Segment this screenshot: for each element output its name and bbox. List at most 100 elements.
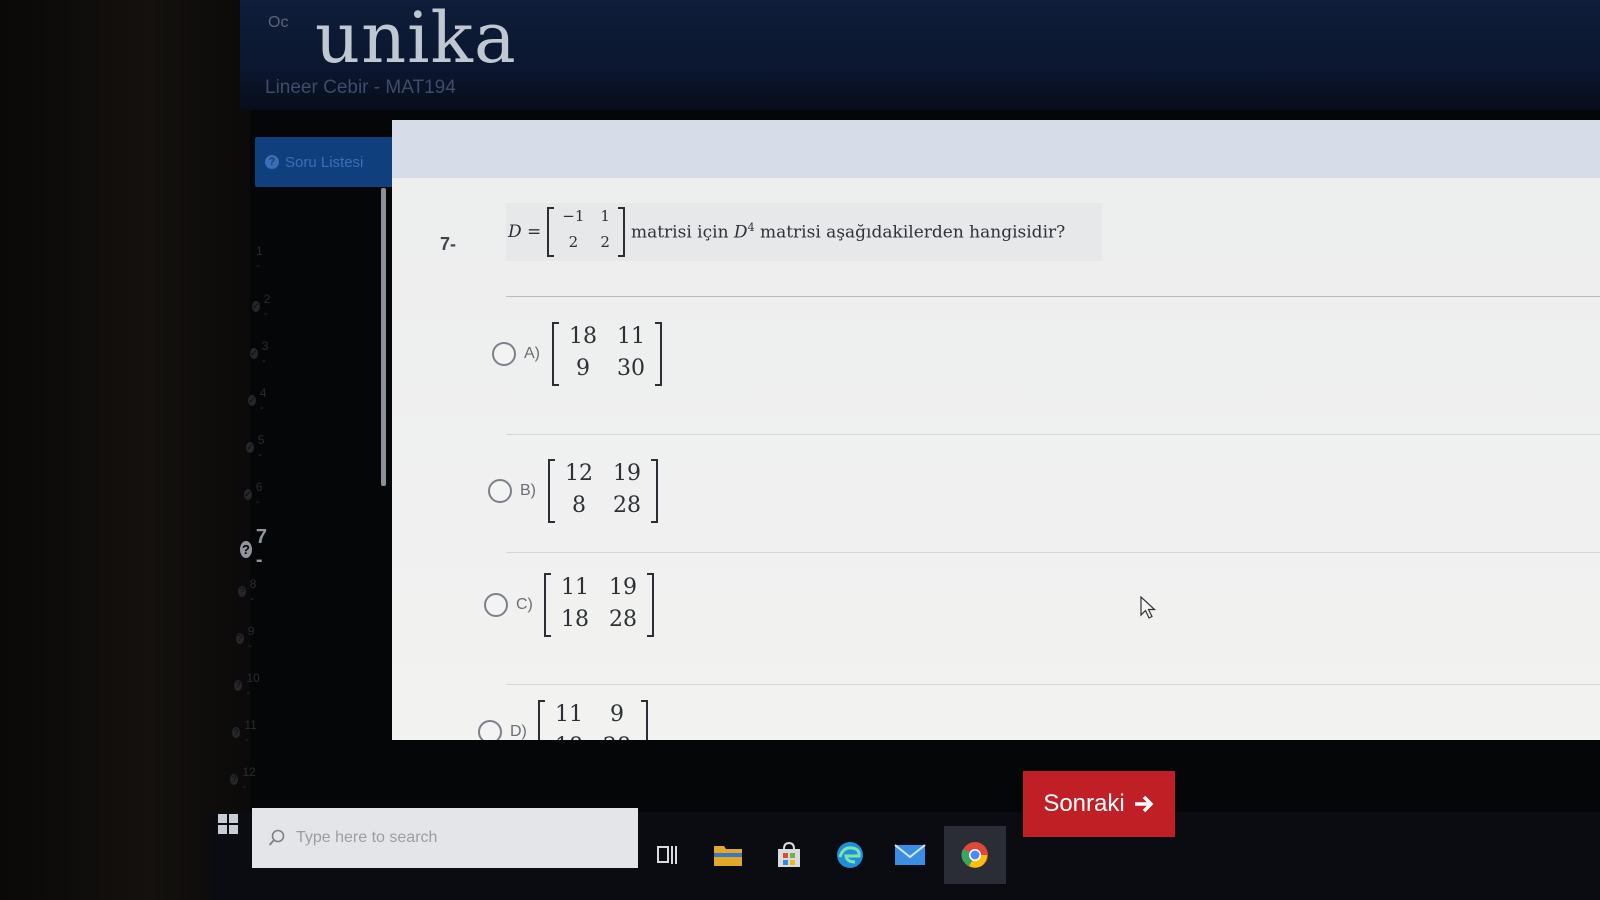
option-divider	[506, 552, 1600, 553]
nav-item-2[interactable]: ✓ 2 -	[252, 292, 274, 320]
question-divider	[506, 296, 1600, 297]
right-bracket	[655, 322, 662, 386]
option-b-radio[interactable]	[488, 479, 512, 503]
arrow-right-icon	[1134, 795, 1154, 813]
store-icon[interactable]	[772, 838, 806, 872]
logo-prefix: Oc	[268, 14, 289, 31]
option-a[interactable]: A) 18 11 9 30	[492, 322, 662, 386]
taskbar-search[interactable]	[252, 808, 638, 868]
option-d[interactable]: D) 11 9 18 28	[478, 700, 648, 740]
option-c-matrix: 11 19 18 28	[544, 573, 654, 637]
nav-item-7-current[interactable]: ? 7 -	[240, 526, 272, 572]
nav-item-3[interactable]: ✓ 3 -	[250, 339, 272, 367]
question-text-part-1: matrisi için	[630, 222, 729, 243]
check-icon: ✓	[252, 300, 260, 312]
next-button-label: Sonraki	[1043, 790, 1125, 817]
matrix-cell: 18	[555, 734, 583, 740]
task-view-icon[interactable]	[652, 838, 686, 872]
windows-start-icon[interactable]	[218, 814, 238, 834]
matrix-cell: −1	[562, 207, 585, 225]
nav-item-6[interactable]: ✓ 6 -	[244, 480, 266, 508]
option-divider	[506, 684, 1600, 685]
left-bracket	[547, 207, 555, 257]
left-bracket	[548, 459, 555, 523]
option-d-matrix: 11 9 18 28	[538, 700, 648, 740]
nav-item-label: 9 -	[247, 624, 255, 652]
right-bracket	[651, 459, 658, 523]
matrix-cell: 19	[613, 461, 641, 486]
question-mark-icon: ?	[230, 773, 239, 785]
start-tile	[229, 814, 238, 823]
matrix-cell: 8	[572, 493, 586, 518]
matrix-cell: 11	[555, 702, 583, 727]
nav-item-label: 2 -	[263, 292, 271, 320]
ambient-left	[0, 0, 250, 900]
question-number: 7-	[440, 234, 457, 254]
next-button[interactable]: Sonraki	[1023, 771, 1175, 837]
left-bracket	[552, 322, 559, 386]
nav-item-10[interactable]: ? 10 -	[234, 671, 262, 699]
option-divider	[506, 434, 1600, 435]
check-icon: ✓	[246, 441, 254, 453]
matrix-cell: 1	[600, 207, 610, 225]
edge-glyph	[837, 842, 863, 868]
question-text-part-2: matrisi aşağıdakilerden hangisidir?	[759, 222, 1066, 243]
edge-icon[interactable]	[833, 838, 867, 872]
question-matrix: −1 1 2 2	[547, 207, 625, 257]
matrix-cell: 18	[569, 324, 597, 349]
matrix-cell: 18	[561, 607, 589, 632]
mail-glyph	[894, 844, 926, 865]
option-c-radio[interactable]	[484, 593, 508, 617]
nav-item-9[interactable]: ? 9 -	[236, 624, 258, 652]
matrix-cell: 12	[565, 461, 593, 486]
option-a-label: A)	[524, 345, 540, 362]
matrix-cell: 30	[617, 356, 645, 381]
nav-item-12[interactable]: ? 12 -	[230, 765, 258, 793]
matrix-cell: 2	[568, 233, 579, 251]
left-bracket	[544, 573, 551, 637]
option-b[interactable]: B) 12 19 8 28	[488, 459, 658, 523]
mouse-pointer-icon	[1140, 596, 1157, 619]
nav-item-5[interactable]: ✓ 5 -	[246, 433, 268, 461]
question-text: matrisi için D4 matrisi aşağıdakilerden …	[631, 221, 1065, 243]
check-icon: ✓	[248, 394, 256, 406]
chrome-icon[interactable]	[958, 838, 992, 872]
nav-item-label: 6 -	[255, 480, 263, 508]
nav-item-label: 5 -	[257, 433, 265, 461]
question-text-var: D	[733, 222, 748, 243]
nav-item-4[interactable]: ✓ 4 -	[248, 386, 270, 414]
search-input[interactable]	[296, 829, 596, 847]
matrix-cell: 9	[576, 356, 590, 381]
matrix-cell: 28	[613, 493, 641, 518]
nav-item-label: 1 -	[256, 244, 263, 272]
option-d-radio[interactable]	[478, 720, 502, 740]
nav-item-label: 7 -	[255, 526, 267, 571]
option-d-clip: D) 11 9 18 28	[470, 690, 770, 740]
matrix-cell: 11	[561, 575, 589, 600]
nav-item-1[interactable]: 1 -	[256, 244, 263, 272]
question-mark-icon: ?	[234, 679, 243, 691]
sidebar-scrollbar[interactable]	[381, 188, 386, 486]
question-mark-icon: ?	[232, 726, 241, 738]
option-a-radio[interactable]	[492, 342, 516, 366]
nav-item-11[interactable]: ? 11 -	[232, 718, 259, 746]
file-explorer-icon[interactable]	[711, 838, 745, 872]
mail-icon[interactable]	[893, 838, 927, 872]
question-list-label: Soru Listesi	[285, 153, 364, 171]
nav-item-label: 4 -	[259, 386, 267, 414]
option-b-label: B)	[520, 482, 536, 499]
option-c[interactable]: C) 11 19 18 28	[484, 573, 654, 637]
option-b-matrix: 12 19 8 28	[548, 459, 658, 523]
question-list-button[interactable]: ? Soru Listesi	[255, 137, 393, 187]
question-variable: D =	[508, 222, 542, 242]
right-bracket	[641, 700, 648, 740]
nav-item-8[interactable]: ? 8 -	[238, 577, 260, 605]
question-text-exponent: 4	[747, 221, 755, 235]
right-bracket	[647, 573, 654, 637]
folder-glyph	[714, 846, 742, 866]
search-icon	[268, 829, 285, 846]
right-bracket	[617, 207, 625, 257]
matrix-cell: 2	[600, 233, 610, 251]
start-tile	[218, 814, 227, 823]
nav-item-label: 11 -	[244, 718, 257, 746]
